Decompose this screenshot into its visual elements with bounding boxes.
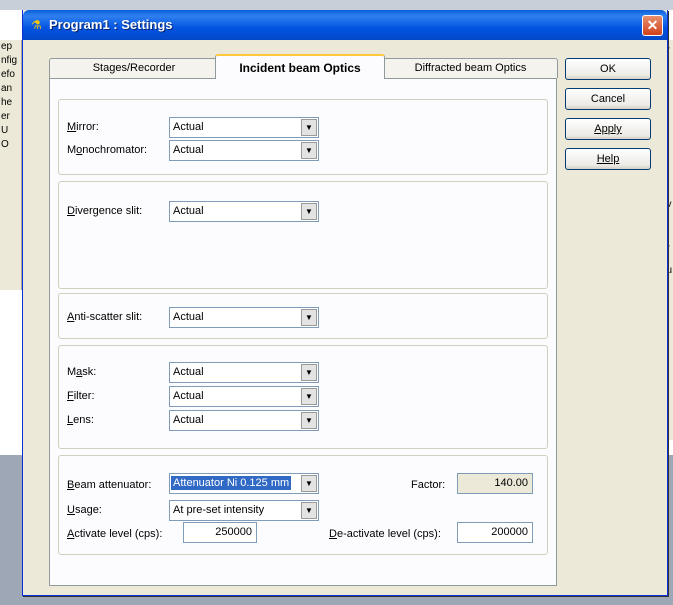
mirror-label: Mirror: bbox=[67, 121, 99, 133]
monochromator-label: Monochromator: bbox=[67, 144, 148, 156]
mirror-dropdown[interactable]: Actual ▼ bbox=[169, 117, 319, 138]
divergence-slit-group: Divergence slit: Actual ▼ bbox=[58, 181, 548, 289]
window-title: Program1 : Settings bbox=[49, 17, 173, 32]
title-bar[interactable]: ⚗ Program1 : Settings ✕ bbox=[23, 10, 667, 40]
chevron-down-icon[interactable]: ▼ bbox=[301, 142, 317, 159]
mirror-monochromator-group: Mirror: Actual ▼ Monochromator: Actual ▼ bbox=[58, 99, 548, 175]
usage-label: Usage: bbox=[67, 504, 102, 516]
settings-dialog: ⚗ Program1 : Settings ✕ Stages/Recorder … bbox=[22, 10, 668, 596]
background-window-top bbox=[0, 0, 673, 10]
activate-level-input[interactable]: 250000 bbox=[183, 522, 257, 543]
tab-label: Incident beam Optics bbox=[239, 61, 361, 75]
chevron-down-icon[interactable]: ▼ bbox=[301, 475, 317, 492]
beam-attenuator-label: Beam attenuator: bbox=[67, 479, 152, 491]
beam-attenuator-group: Beam attenuator: Attenuator Ni 0.125 mm ▼… bbox=[58, 455, 548, 555]
mask-dropdown[interactable]: Actual ▼ bbox=[169, 362, 319, 383]
ok-button[interactable]: OK bbox=[565, 58, 651, 80]
anti-scatter-slit-label: Anti-scatter slit: bbox=[67, 311, 143, 323]
filter-label: Filter: bbox=[67, 390, 95, 402]
chevron-down-icon[interactable]: ▼ bbox=[301, 309, 317, 326]
mask-filter-lens-group: Mask: Actual ▼ Filter: Actual ▼ Lens: Actu… bbox=[58, 345, 548, 449]
chevron-down-icon[interactable]: ▼ bbox=[301, 364, 317, 381]
bg-left-fragment: ep bbox=[1, 41, 13, 52]
deactivate-level-label: De-activate level (cps): bbox=[329, 528, 441, 540]
apply-button[interactable]: Apply bbox=[565, 118, 651, 140]
app-icon: ⚗ bbox=[31, 18, 42, 32]
cancel-button[interactable]: Cancel bbox=[565, 88, 651, 110]
chevron-down-icon[interactable]: ▼ bbox=[301, 502, 317, 519]
beam-attenuator-dropdown[interactable]: Attenuator Ni 0.125 mm ▼ bbox=[169, 473, 319, 494]
bg-left-fragment: an bbox=[1, 83, 13, 94]
bg-left-fragment: nfig bbox=[1, 55, 18, 66]
tab-incident-beam-optics[interactable]: Incident beam Optics bbox=[215, 54, 385, 79]
factor-value: 140.00 bbox=[457, 473, 533, 494]
deactivate-level-input[interactable]: 200000 bbox=[457, 522, 533, 543]
chevron-down-icon[interactable]: ▼ bbox=[301, 119, 317, 136]
background-window-left: ep nfig efo an he er U O bbox=[0, 40, 22, 290]
bg-left-fragment: efo bbox=[1, 69, 15, 80]
divergence-slit-dropdown[interactable]: Actual ▼ bbox=[169, 201, 319, 222]
tab-label: Diffracted beam Optics bbox=[414, 62, 527, 74]
tab-stages-recorder[interactable]: Stages/Recorder bbox=[49, 58, 219, 78]
filter-dropdown[interactable]: Actual ▼ bbox=[169, 386, 319, 407]
bg-left-fragment: he bbox=[1, 97, 13, 108]
activate-level-label: Activate level (cps): bbox=[67, 528, 163, 540]
tab-diffracted-beam-optics[interactable]: Diffracted beam Optics bbox=[383, 58, 558, 78]
anti-scatter-slit-group: Anti-scatter slit: Actual ▼ bbox=[58, 293, 548, 339]
bg-left-fragment: U bbox=[1, 125, 9, 136]
chevron-down-icon[interactable]: ▼ bbox=[301, 203, 317, 220]
tab-label: Stages/Recorder bbox=[92, 62, 176, 74]
divergence-slit-label: Divergence slit: bbox=[67, 205, 143, 217]
bg-left-fragment: er bbox=[1, 111, 10, 122]
factor-label: Factor: bbox=[411, 479, 446, 491]
mask-label: Mask: bbox=[67, 366, 97, 378]
monochromator-dropdown[interactable]: Actual ▼ bbox=[169, 140, 319, 161]
incident-beam-optics-panel: Mirror: Actual ▼ Monochromator: Actual ▼ D… bbox=[49, 78, 557, 586]
close-button[interactable]: ✕ bbox=[642, 15, 663, 36]
usage-dropdown[interactable]: At pre-set intensity ▼ bbox=[169, 500, 319, 521]
anti-scatter-slit-dropdown[interactable]: Actual ▼ bbox=[169, 307, 319, 328]
lens-dropdown[interactable]: Actual ▼ bbox=[169, 410, 319, 431]
chevron-down-icon[interactable]: ▼ bbox=[301, 388, 317, 405]
close-icon: ✕ bbox=[646, 17, 659, 33]
lens-label: Lens: bbox=[67, 414, 94, 426]
bg-left-fragment: O bbox=[1, 139, 9, 150]
help-button[interactable]: Help bbox=[565, 148, 651, 170]
chevron-down-icon[interactable]: ▼ bbox=[301, 412, 317, 429]
